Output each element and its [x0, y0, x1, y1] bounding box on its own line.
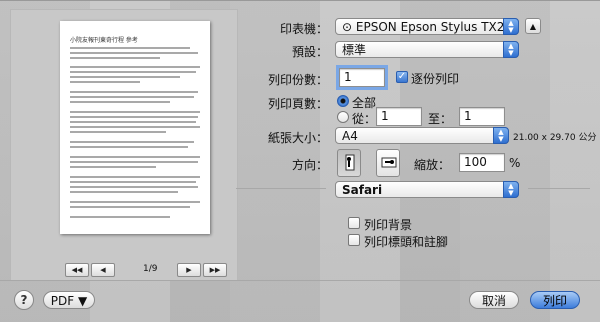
pages-all-label: 全部 [352, 96, 377, 110]
landscape-orientation-button[interactable] [376, 149, 400, 177]
first-page-button[interactable]: ◀◀ [65, 263, 89, 277]
scale-label: 縮放： [413, 158, 450, 172]
landscape-person-icon [381, 157, 397, 168]
help-icon: ? [20, 293, 28, 307]
popup-arrows-icon: ▲ ▼ [493, 127, 509, 144]
pages-to-input[interactable]: 1 [459, 107, 505, 126]
printer-value: EPSON Epson Stylus TX210 [355, 20, 520, 34]
popup-arrows-icon: ▲ ▼ [503, 18, 519, 35]
panel-value: Safari [342, 183, 383, 197]
pages-all-radio[interactable] [337, 95, 349, 107]
paper-size-label: 紙張大小： [267, 131, 328, 145]
print-options-panel-popup[interactable]: Safari ▲ ▼ [335, 181, 519, 198]
paper-size-value: A4 [342, 129, 358, 143]
pdf-menu-button[interactable]: PDF ▼ [43, 291, 95, 309]
scale-input[interactable]: 100 [459, 153, 505, 172]
printer-label: 印表機： [279, 22, 328, 36]
pages-label: 列印頁數： [267, 97, 328, 111]
printer-status-icon: ⊙ [342, 20, 353, 34]
presets-popup[interactable]: 標準 ▲ ▼ [335, 41, 519, 58]
check-icon: ✓ [397, 71, 407, 82]
presets-value: 標準 [342, 43, 367, 57]
print-headers-footers-checkbox[interactable] [348, 234, 360, 246]
bottom-separator [0, 280, 600, 281]
next-page-button[interactable]: ▶ [177, 263, 201, 277]
collate-checkbox[interactable]: ✓ [396, 71, 408, 83]
help-button[interactable]: ? [14, 290, 34, 310]
popup-arrows-icon: ▲ ▼ [503, 181, 519, 198]
separator-left [236, 188, 326, 189]
popup-arrows-icon: ▲ ▼ [503, 41, 519, 58]
portrait-orientation-button[interactable] [337, 149, 361, 177]
orientation-label: 方向： [291, 158, 328, 172]
pages-to-label: 至： [428, 112, 453, 126]
cancel-button[interactable]: 取消 [469, 291, 519, 309]
print-preview-panel: 小院友報刊東奇行程 參考 ◀◀ ◀ 1/9 ▶ ▶▶ [10, 9, 238, 281]
page-indicator: 1/9 [143, 264, 158, 274]
last-page-button[interactable]: ▶▶ [203, 263, 227, 277]
print-backgrounds-checkbox[interactable] [348, 217, 360, 229]
pages-from-label: 從： [352, 112, 377, 126]
collate-label: 逐份列印 [411, 72, 460, 86]
separator-right [528, 188, 590, 189]
presets-label: 預設： [291, 45, 328, 59]
printer-popup[interactable]: ⊙ EPSON Epson Stylus TX210 ▲ ▼ [335, 18, 520, 35]
previous-page-button[interactable]: ◀ [91, 263, 115, 277]
pages-from-input[interactable]: 1 [376, 107, 422, 126]
collapse-triangle-icon: ▲ [529, 22, 537, 31]
pages-range-radio[interactable] [337, 111, 349, 123]
copies-label: 列印份數： [267, 73, 328, 87]
portrait-person-icon [345, 154, 355, 171]
print-backgrounds-label: 列印背景 [364, 218, 413, 232]
preview-doc-title: 小院友報刊東奇行程 參考 [70, 37, 138, 44]
print-button[interactable]: 列印 [530, 291, 580, 309]
disclosure-toggle-button[interactable]: ▲ [525, 18, 541, 34]
copies-input[interactable]: 1 [336, 65, 388, 90]
paper-size-popup[interactable]: A4 ▲ ▼ [335, 127, 509, 144]
paper-dimensions: 21.00 x 29.70 公分 [513, 133, 597, 143]
scale-unit: % [509, 156, 521, 170]
preview-page-navigation: ◀◀ ◀ 1/9 ▶ ▶▶ [65, 263, 233, 277]
preview-page-thumbnail: 小院友報刊東奇行程 參考 [60, 21, 210, 234]
print-headers-footers-label: 列印標頭和註腳 [364, 235, 449, 249]
print-dialog: 小院友報刊東奇行程 參考 ◀◀ ◀ 1/9 ▶ ▶▶ 印表機： ⊙ EPSON … [0, 0, 600, 322]
